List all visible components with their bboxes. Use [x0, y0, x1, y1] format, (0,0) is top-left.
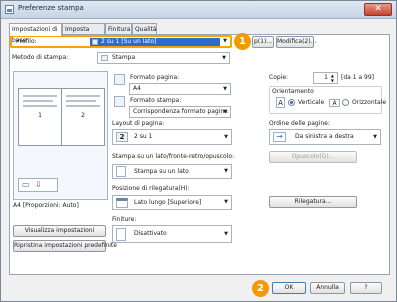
profile-icon	[92, 39, 98, 45]
duplex-label: Stampa su un lato/fronte-retro/opuscolo:	[112, 153, 235, 160]
one-sided-icon	[116, 166, 126, 177]
orientation-horizontal-radio[interactable]	[342, 99, 349, 106]
portrait-icon: A	[276, 97, 285, 108]
page-layout-value: 2 su 1	[134, 133, 153, 140]
copies-range: [da 1 a 99]	[341, 74, 375, 81]
page-format-combo[interactable]: A4 ▼	[129, 83, 231, 95]
orientation-horizontal-label: Orizzontale	[352, 99, 387, 106]
text-line	[66, 100, 96, 102]
printer-small-icon	[101, 55, 108, 61]
print-preferences-window: Preferenze stampa ✕ Impostazioni di base…	[0, 0, 397, 302]
print-format-value: Corrispondenza formato pagina	[133, 108, 228, 115]
copies-spinner[interactable]: 1 ▲ ▼	[313, 72, 338, 84]
printer-output-icon: ▭ ⇩	[18, 178, 58, 192]
page-format-label: Formato pagina:	[130, 74, 180, 81]
orientation-vertical-label: Verticale	[298, 99, 325, 106]
page-order-value: Da sinistra a destra	[295, 133, 354, 140]
page-format-value: A4	[133, 85, 141, 92]
print-method-combo[interactable]: Stampa ▼	[97, 52, 230, 64]
binding-combo[interactable]: Lato lungo [Superiore] ▼	[112, 195, 232, 210]
orientation-vertical-radio[interactable]	[288, 99, 295, 106]
print-format-label: Formato stampa:	[130, 97, 182, 104]
binding-value: Lato lungo [Superiore]	[134, 199, 202, 206]
preview-page-number-2: 2	[81, 112, 85, 119]
chevron-down-icon: ▼	[223, 86, 227, 92]
booklet-button[interactable]: Opuscolo(G)...	[269, 151, 357, 163]
page-order-combo[interactable]: → Da sinistra a destra ▼	[269, 129, 381, 145]
print-format-combo[interactable]: Corrispondenza formato pagina ▼	[129, 106, 231, 118]
chevron-down-icon: ▼	[224, 168, 228, 174]
printer-icon	[5, 5, 14, 14]
duplex-value: Stampa su un lato	[134, 168, 189, 175]
restore-defaults-button[interactable]: Ripristina impostazioni predefinite	[13, 240, 117, 252]
layout-2up-icon: 2	[116, 132, 128, 142]
binding-button[interactable]: Rilegatura...	[269, 196, 357, 208]
preview-page-right: 2	[61, 88, 105, 146]
chevron-down-icon: ▼	[224, 231, 228, 237]
text-line	[66, 105, 100, 107]
profile-combo[interactable]: Profilo: 2 su 1 [Su un lato] ▼	[10, 35, 232, 48]
title-bar: Preferenze stampa ✕	[1, 1, 396, 19]
page-layout-combo[interactable]: 2 2 su 1 ▼	[112, 129, 232, 145]
landscape-icon: A	[329, 99, 340, 107]
page-format-icon	[114, 74, 125, 85]
copies-label: Copie:	[269, 74, 289, 81]
text-line	[23, 100, 53, 102]
callout-badge-2: 2	[252, 280, 269, 297]
chevron-down-icon: ▼	[223, 109, 227, 115]
text-line	[23, 95, 57, 97]
finishing-label: Finiture:	[112, 216, 137, 223]
page-preview: 1 2 ▭ ⇩	[13, 71, 108, 200]
help-button[interactable]: ?	[350, 282, 382, 294]
tab-basic-settings[interactable]: Impostazioni di base	[9, 23, 62, 44]
print-method-label: Metodo di stampa:	[12, 54, 69, 61]
text-line	[23, 105, 57, 107]
finishing-off-icon	[116, 228, 126, 241]
chevron-down-icon: ▼	[223, 38, 227, 44]
finishing-combo[interactable]: Disattivato ▼	[112, 225, 232, 243]
text-line	[66, 95, 100, 97]
copies-value: 1	[324, 74, 328, 81]
duplex-combo[interactable]: Stampa su un lato ▼	[112, 164, 232, 179]
chevron-down-icon: ▼	[373, 134, 377, 140]
preview-page-left: 1	[18, 88, 62, 146]
profile-selected-value: 2 su 1 [Su un lato]	[90, 38, 220, 46]
print-format-icon	[114, 96, 125, 107]
profile-selected-text: 2 su 1 [Su un lato]	[101, 38, 157, 45]
page-layout-label: Layout di pagina:	[112, 120, 165, 127]
ok-button[interactable]: OK	[272, 282, 306, 294]
close-button[interactable]: ✕	[364, 3, 392, 16]
orientation-label: Orientamento	[272, 88, 314, 95]
print-method-value: Stampa	[112, 54, 136, 61]
preview-caption: A4 [Proporzioni: Auto]	[13, 202, 79, 209]
binding-long-edge-icon	[116, 198, 128, 208]
profile-edit-button[interactable]: p(1)...	[252, 36, 274, 48]
page-order-label: Ordine delle pagine:	[269, 120, 330, 127]
window-title: Preferenze stampa	[18, 4, 84, 12]
chevron-down-icon: ▼	[222, 55, 226, 61]
spinner-arrows-icon[interactable]: ▲ ▼	[331, 73, 334, 83]
finishing-value: Disattivato	[134, 230, 167, 237]
cancel-button[interactable]: Annulla	[310, 282, 345, 294]
chevron-down-icon: ▼	[224, 134, 228, 140]
view-settings-button[interactable]: Visualizza impostazioni	[13, 225, 106, 237]
profile-modify-button[interactable]: Modifica(2)...	[276, 36, 316, 48]
binding-label: Posizione di rilegatura(H):	[112, 185, 190, 192]
preview-page-number-1: 1	[38, 112, 42, 119]
arrow-right-icon: →	[273, 132, 286, 142]
callout-badge-1: 1	[234, 33, 251, 50]
chevron-down-icon: ▼	[224, 199, 228, 205]
